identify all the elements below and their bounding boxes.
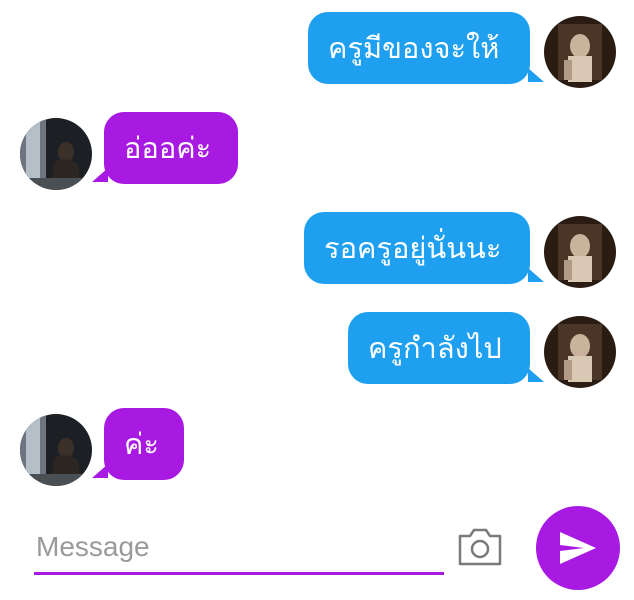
message-bubble-incoming[interactable]: ค่ะ xyxy=(104,408,184,480)
message-row-outgoing: ครูมีของจะให้ xyxy=(0,0,634,100)
message-composer xyxy=(0,500,634,600)
message-input[interactable] xyxy=(34,522,442,572)
bubble-tail xyxy=(528,268,544,282)
bubble-tail xyxy=(528,68,544,82)
message-bubble-outgoing[interactable]: ครูมีของจะให้ xyxy=(308,12,530,84)
teacher-avatar[interactable] xyxy=(544,316,616,388)
message-text: ครูมีของจะให้ xyxy=(328,31,500,65)
message-text: ค่ะ xyxy=(124,427,159,461)
message-text: ครูกำลังไป xyxy=(368,331,502,365)
message-text: อ่ออค่ะ xyxy=(124,131,212,165)
message-row-incoming: ค่ะ xyxy=(0,400,634,500)
bubble-tail xyxy=(528,368,544,382)
student-avatar[interactable] xyxy=(20,414,92,486)
message-bubble-incoming[interactable]: อ่ออค่ะ xyxy=(104,112,238,184)
message-row-incoming: อ่ออค่ะ xyxy=(0,100,634,200)
teacher-avatar[interactable] xyxy=(544,216,616,288)
student-avatar[interactable] xyxy=(20,118,92,190)
message-bubble-outgoing[interactable]: ครูกำลังไป xyxy=(348,312,530,384)
teacher-avatar[interactable] xyxy=(544,16,616,88)
send-icon xyxy=(560,532,596,564)
send-button[interactable] xyxy=(536,506,620,590)
message-row-outgoing: รอครูอยู่นั่นนะ xyxy=(0,200,634,300)
camera-icon[interactable] xyxy=(456,526,504,568)
message-text: รอครูอยู่นั่นนะ xyxy=(324,231,502,265)
message-row-outgoing: ครูกำลังไป xyxy=(0,300,634,400)
input-underline xyxy=(34,572,444,575)
message-bubble-outgoing[interactable]: รอครูอยู่นั่นนะ xyxy=(304,212,530,284)
